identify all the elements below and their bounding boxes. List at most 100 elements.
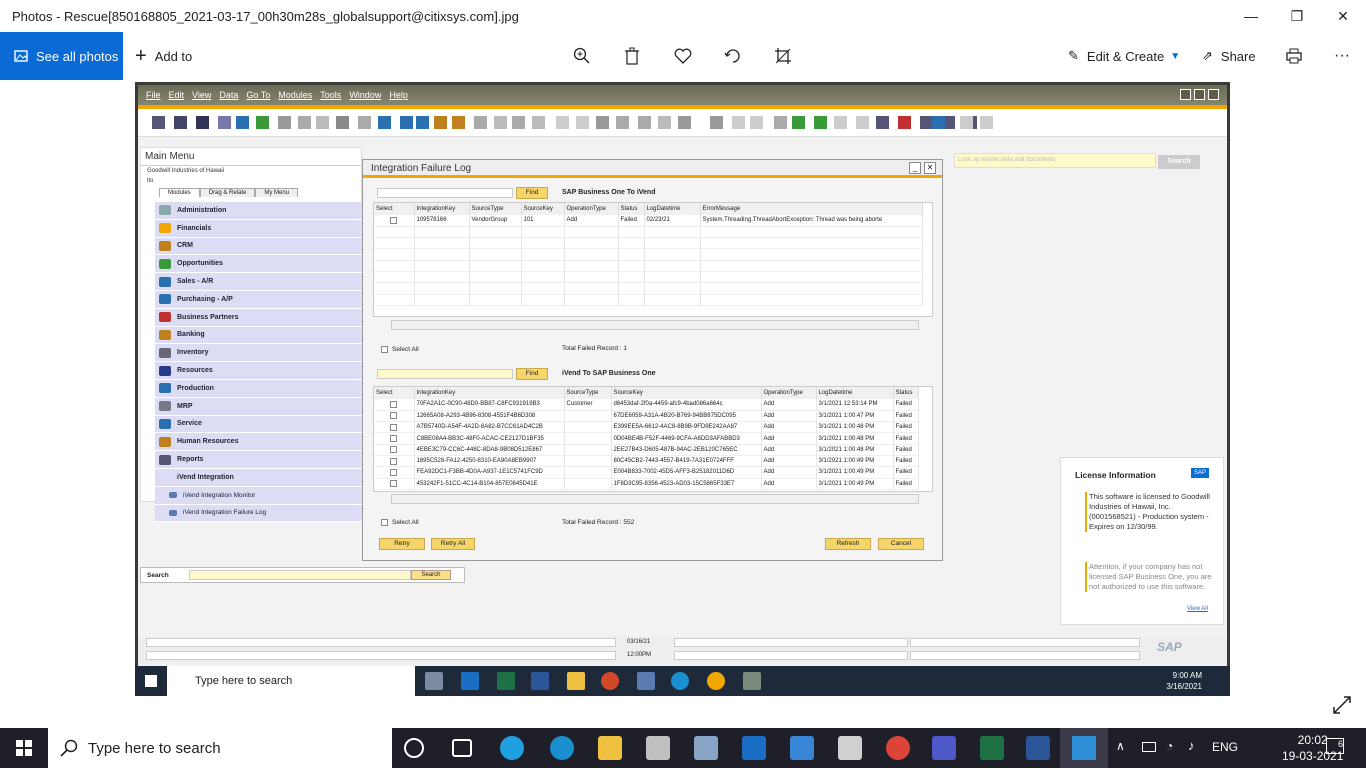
sap-toolbar-icon[interactable] <box>980 116 993 129</box>
teams-icon[interactable] <box>932 736 956 760</box>
menu-module-administration[interactable]: Administration <box>155 202 363 220</box>
word-icon[interactable] <box>1026 736 1050 760</box>
outlook-icon[interactable] <box>742 736 766 760</box>
find-button-1[interactable]: Find <box>516 187 548 199</box>
table-row[interactable]: A7B5740D-A54F-4A2D-8A82-B7CC61AD4C2B E399… <box>374 421 919 434</box>
sap-toolbar-icon[interactable] <box>298 116 311 129</box>
sap-toolbar-icon[interactable] <box>774 116 787 129</box>
sap-toolbar-icon[interactable] <box>196 116 209 129</box>
column-header[interactable]: ErrorMessage <box>700 203 923 215</box>
menu-sub-item[interactable]: iVend Integration Monitor <box>155 486 363 505</box>
sap-toolbar-icon[interactable] <box>750 116 763 129</box>
sap-toolbar-icon[interactable] <box>710 116 723 129</box>
dialog-minimize-icon[interactable]: _ <box>909 162 921 174</box>
sap-toolbar-icon[interactable] <box>256 116 269 129</box>
retry-button[interactable]: Retry <box>379 538 425 550</box>
cancel-button[interactable]: Cancel <box>878 538 924 550</box>
table-row[interactable]: FEA92DC1-F3BB-4D0A-A937-1E1C5741FC9D E004… <box>374 466 919 479</box>
row-checkbox[interactable] <box>390 423 398 431</box>
crop-icon[interactable] <box>771 44 795 68</box>
find-input-1[interactable] <box>377 188 513 198</box>
menu-goto[interactable]: Go To <box>246 90 270 100</box>
table-row[interactable]: C8BE08A4-BB3C-48F0-ACAC-CE2127D1BF35 0D04… <box>374 432 919 445</box>
task-view-icon[interactable] <box>452 739 472 757</box>
add-to-button[interactable]: + Add to <box>135 32 192 80</box>
row-checkbox[interactable] <box>390 457 398 465</box>
menu-module-banking[interactable]: Banking <box>155 326 363 345</box>
sap-toolbar-icon[interactable] <box>494 116 507 129</box>
lookup-input[interactable]: Look up master data and documents <box>954 153 1156 168</box>
sap-toolbar-icon[interactable] <box>856 116 869 129</box>
menu-module-production[interactable]: Production <box>155 379 363 398</box>
notification-icon[interactable]: 6 <box>1326 738 1344 754</box>
edge-icon[interactable] <box>550 736 574 760</box>
row-checkbox[interactable] <box>390 400 398 408</box>
sap-toolbar-icon[interactable] <box>814 116 827 129</box>
windows-start-icon[interactable] <box>16 740 32 756</box>
close-button[interactable]: ✕ <box>1320 0 1366 32</box>
column-header[interactable]: Status <box>893 387 919 399</box>
sap-toolbar-icon[interactable] <box>960 116 973 129</box>
column-header[interactable]: LogDatetime <box>816 387 894 399</box>
row-checkbox[interactable] <box>390 446 398 454</box>
sap-toolbar-icon[interactable] <box>512 116 525 129</box>
sap-toolbar-icon[interactable] <box>898 116 911 129</box>
more-button[interactable]: ··· <box>1334 32 1350 80</box>
sap-toolbar-icon[interactable] <box>678 116 691 129</box>
view-all-link[interactable]: View All <box>1187 606 1208 612</box>
main-search-button[interactable]: Search <box>411 570 451 580</box>
select-all-checkbox-1[interactable] <box>381 346 388 353</box>
wifi-icon[interactable]: ◔ <box>1166 739 1173 753</box>
language-indicator[interactable]: ENG <box>1212 740 1238 754</box>
menu-file[interactable]: File <box>146 90 161 100</box>
sap-toolbar-icon[interactable] <box>834 116 847 129</box>
sap-toolbar-icon[interactable] <box>732 116 745 129</box>
file-explorer-icon[interactable] <box>598 736 622 760</box>
sap-toolbar-icon[interactable] <box>876 116 889 129</box>
column-header[interactable]: SourceType <box>469 203 522 215</box>
sap-toolbar-icon[interactable] <box>792 116 805 129</box>
sap-toolbar-icon[interactable] <box>556 116 569 129</box>
refresh-button[interactable]: Refresh <box>825 538 871 550</box>
menu-module-inventory[interactable]: Inventory <box>155 344 363 363</box>
table-row[interactable]: 12665A08-A293-4B96-8308-4551F4B6D308 67DE… <box>374 410 919 423</box>
print-icon[interactable] <box>1282 44 1306 68</box>
see-all-photos-button[interactable]: See all photos <box>0 32 123 80</box>
menu-module-mrp[interactable]: MRP <box>155 397 363 416</box>
tool-icon[interactable] <box>838 736 862 760</box>
menu-module-opportunities[interactable]: Opportunities <box>155 255 363 274</box>
table-row[interactable]: 109578166 VendorGroup 101 Add Failed 02/23/21… <box>374 215 923 227</box>
sap-toolbar-icon[interactable] <box>932 116 945 129</box>
tray-chevron-icon[interactable]: ∧ <box>1116 739 1125 753</box>
sap-toolbar-icon[interactable] <box>658 116 671 129</box>
tab-my-menu[interactable]: My Menu <box>255 188 299 197</box>
column-header[interactable]: SourceType <box>564 387 612 399</box>
mail-icon[interactable] <box>790 736 814 760</box>
menu-sub-item[interactable]: iVend Integration Failure Log <box>155 504 363 523</box>
menu-module-business-partners[interactable]: Business Partners <box>155 308 363 327</box>
tab-drag-relate[interactable]: Drag & Relate <box>199 188 256 197</box>
menu-data[interactable]: Data <box>219 90 238 100</box>
table-row[interactable]: 4EBE3C79-CC6C-448C-8DA8-9B08D512E867 2EE2… <box>374 444 919 456</box>
find-button-2[interactable]: Find <box>516 368 548 380</box>
dialog-close-icon[interactable]: ✕ <box>924 162 936 174</box>
delete-icon[interactable] <box>620 44 644 68</box>
menu-window[interactable]: Window <box>349 90 381 100</box>
column-header[interactable]: LogDatetime <box>644 203 701 215</box>
column-header[interactable]: SourceKey <box>521 203 565 215</box>
sap-toolbar-icon[interactable] <box>434 116 447 129</box>
menu-help[interactable]: Help <box>389 90 408 100</box>
sap-toolbar-icon[interactable] <box>336 116 349 129</box>
select-all-2[interactable]: Select All <box>381 519 419 526</box>
minimize-button[interactable]: — <box>1228 0 1274 32</box>
menu-module-purchasing-a-p[interactable]: Purchasing - A/P <box>155 290 363 309</box>
row-checkbox[interactable] <box>390 412 398 420</box>
sap-toolbar-icon[interactable] <box>316 116 329 129</box>
row-checkbox[interactable] <box>390 435 398 442</box>
grid1-hscroll[interactable] <box>391 320 919 330</box>
table-row[interactable]: 1695C528-FA12-4250-8310-EA90A8EB9907 80C4… <box>374 455 919 468</box>
sap-toolbar-icon[interactable] <box>616 116 629 129</box>
row-checkbox[interactable] <box>390 216 398 224</box>
menu-modules[interactable]: Modules <box>278 90 312 100</box>
column-header[interactable]: Status <box>618 203 645 215</box>
